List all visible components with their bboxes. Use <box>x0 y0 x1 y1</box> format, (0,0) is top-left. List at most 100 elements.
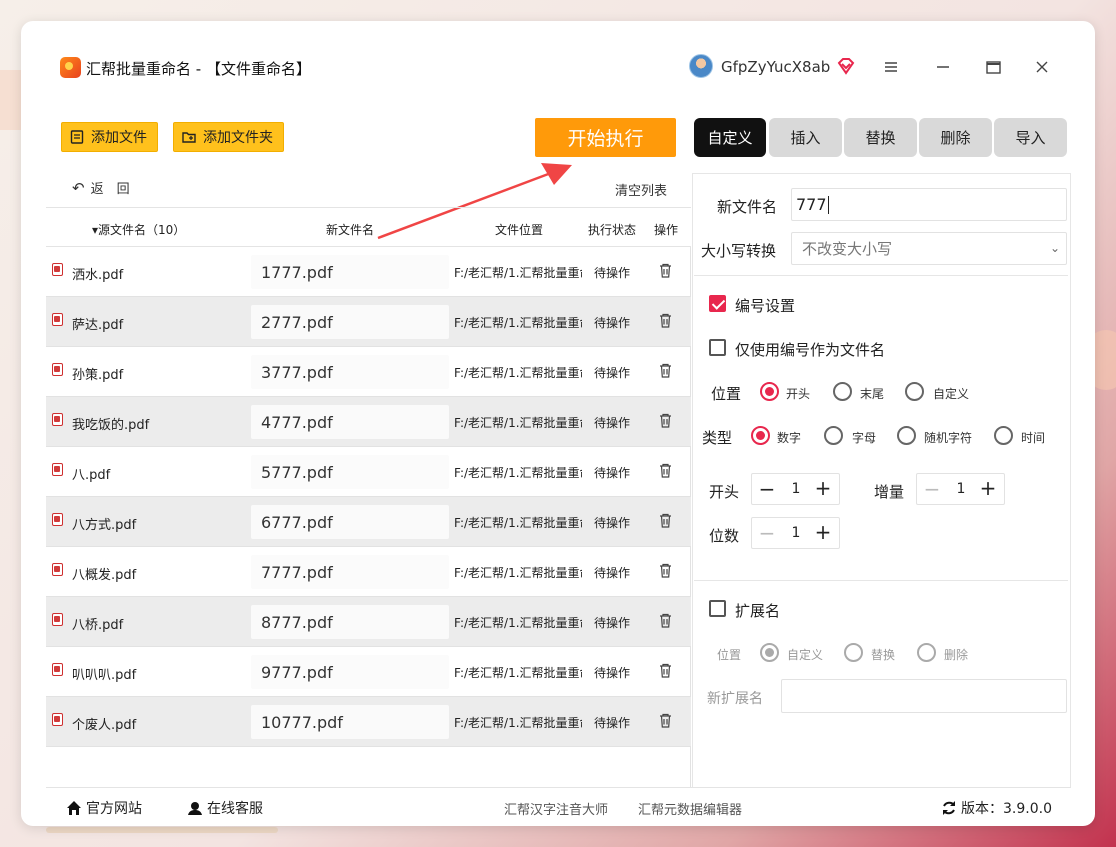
type-time-radio[interactable] <box>994 426 1013 445</box>
new-file-name-field[interactable]: 1777.pdf <box>251 255 449 289</box>
footer: 官方网站 在线客服 汇帮汉字注音大师 汇帮元数据编辑器 版本：3.9.0.0 <box>46 787 1071 823</box>
decrement-button[interactable]: − <box>923 479 941 499</box>
ext-replace-radio[interactable] <box>844 643 863 662</box>
step-stepper[interactable]: − 1 + <box>916 473 1005 505</box>
start-stepper[interactable]: − 1 + <box>751 473 840 505</box>
tab-insert[interactable]: 插入 <box>769 118 842 157</box>
case-label: 大小写转换 <box>701 242 777 260</box>
position-end-radio[interactable] <box>833 382 852 401</box>
new-file-name-field[interactable]: 7777.pdf <box>251 555 449 589</box>
ext-replace-label: 替换 <box>871 648 896 662</box>
clear-list-button[interactable]: 清空列表 <box>615 180 667 199</box>
app-logo-icon <box>60 57 81 78</box>
website-link[interactable]: 官方网站 <box>66 798 142 818</box>
minimize-icon[interactable] <box>930 54 956 80</box>
ext-custom-radio[interactable] <box>760 643 779 662</box>
type-letter-radio[interactable] <box>824 426 843 445</box>
delete-icon[interactable] <box>659 563 672 578</box>
delete-icon[interactable] <box>659 463 672 478</box>
username[interactable]: GfpZyYucX8ab <box>721 58 830 76</box>
new-file-name-field[interactable]: 9777.pdf <box>251 655 449 689</box>
digits-stepper[interactable]: − 1 + <box>751 517 840 549</box>
increment-button[interactable]: + <box>814 478 832 498</box>
delete-icon[interactable] <box>659 513 672 528</box>
add-file-button[interactable]: 添加文件 <box>61 122 158 152</box>
delete-icon[interactable] <box>659 263 672 278</box>
new-file-name-field[interactable]: 6777.pdf <box>251 505 449 539</box>
folder-add-icon <box>182 132 196 143</box>
case-select[interactable]: 不改变大小写 ⌄ <box>791 232 1067 265</box>
ext-delete-radio[interactable] <box>917 643 936 662</box>
type-time-label: 时间 <box>1021 431 1046 445</box>
table-row[interactable]: 我吃饭的.pdf 4777.pdf F:/老汇帮/1.汇帮批量重命名待操作 <box>46 397 691 447</box>
support-link[interactable]: 在线客服 <box>187 798 263 818</box>
app-window: 汇帮批量重命名 - 【文件重命名】 GfpZyYucX8ab 添加文件 添加文件… <box>21 21 1095 826</box>
maximize-icon[interactable] <box>980 54 1006 80</box>
user-avatar[interactable] <box>689 54 713 78</box>
table-row[interactable]: 八概发.pdf 7777.pdf F:/老汇帮/1.汇帮批量重命名待操作 <box>46 547 691 597</box>
delete-icon[interactable] <box>659 313 672 328</box>
new-name-label: 新文件名 <box>717 198 778 216</box>
new-file-name-field[interactable]: 2777.pdf <box>251 305 449 339</box>
type-number-radio[interactable] <box>751 426 770 445</box>
new-ext-input[interactable] <box>781 679 1067 713</box>
back-button[interactable]: ↶ 返 回 <box>72 178 130 198</box>
type-random-radio[interactable] <box>897 426 916 445</box>
status-text: 待操作 <box>594 366 631 380</box>
close-icon[interactable] <box>1029 54 1055 80</box>
new-file-name-field[interactable]: 4777.pdf <box>251 405 449 439</box>
digits-value: 1 <box>791 525 801 541</box>
tab-custom[interactable]: 自定义 <box>694 118 766 157</box>
header-location: 文件位置 <box>495 223 544 237</box>
new-file-name-field[interactable]: 3777.pdf <box>251 355 449 389</box>
status-text: 待操作 <box>594 566 631 580</box>
start-value: 1 <box>791 481 801 497</box>
version-info[interactable]: 版本：3.9.0.0 <box>941 798 1052 818</box>
new-name-input[interactable]: 777 <box>791 188 1067 221</box>
metadata-app-link[interactable]: 汇帮元数据编辑器 <box>638 799 742 818</box>
delete-icon[interactable] <box>659 713 672 728</box>
decrement-button[interactable]: − <box>758 479 776 499</box>
numbering-checkbox[interactable] <box>709 295 726 312</box>
table-row[interactable]: 孙策.pdf 3777.pdf F:/老汇帮/1.汇帮批量重命名待操作 <box>46 347 691 397</box>
delete-icon[interactable] <box>659 613 672 628</box>
table-row[interactable]: 八桥.pdf 8777.pdf F:/老汇帮/1.汇帮批量重命名待操作 <box>46 597 691 647</box>
start-button[interactable]: 开始执行 <box>535 118 676 157</box>
only-number-checkbox[interactable] <box>709 339 726 356</box>
table-row[interactable]: 八.pdf 5777.pdf F:/老汇帮/1.汇帮批量重命名待操作 <box>46 447 691 497</box>
increment-button[interactable]: + <box>814 522 832 542</box>
position-custom-radio[interactable] <box>905 382 924 401</box>
vip-diamond-icon[interactable] <box>836 56 856 76</box>
status-text: 待操作 <box>594 666 631 680</box>
file-location: F:/老汇帮/1.汇帮批量重命名 <box>454 566 582 580</box>
new-file-name-field[interactable]: 5777.pdf <box>251 455 449 489</box>
new-file-name-field[interactable]: 8777.pdf <box>251 605 449 639</box>
tab-replace[interactable]: 替换 <box>844 118 917 157</box>
table-row[interactable]: 洒水.pdf 1777.pdf F:/老汇帮/1.汇帮批量重命名待操作 <box>46 247 691 297</box>
delete-icon[interactable] <box>659 363 672 378</box>
table-row[interactable]: 叭叭叭.pdf 9777.pdf F:/老汇帮/1.汇帮批量重命名待操作 <box>46 647 691 697</box>
delete-icon[interactable] <box>659 663 672 678</box>
source-file-name: 叭叭叭.pdf <box>72 668 137 683</box>
decrement-button[interactable]: − <box>758 523 776 543</box>
position-start-radio[interactable] <box>760 382 779 401</box>
ext-position-label: 位置 <box>717 648 742 662</box>
menu-icon[interactable] <box>878 54 904 80</box>
file-location: F:/老汇帮/1.汇帮批量重命名 <box>454 266 582 280</box>
new-file-name-field[interactable]: 10777.pdf <box>251 705 449 739</box>
chevron-down-icon: ⌄ <box>1049 241 1060 255</box>
extension-checkbox[interactable] <box>709 600 726 617</box>
pdf-file-icon <box>52 713 63 726</box>
header-operation: 操作 <box>654 223 679 237</box>
table-row[interactable]: 八方式.pdf 6777.pdf F:/老汇帮/1.汇帮批量重命名待操作 <box>46 497 691 547</box>
tab-import[interactable]: 导入 <box>994 118 1067 157</box>
header-new-name: 新文件名 <box>326 223 375 237</box>
header-source-name[interactable]: ▾源文件名（10） <box>92 221 185 238</box>
increment-button[interactable]: + <box>979 478 997 498</box>
table-row[interactable]: 个废人.pdf 10777.pdf F:/老汇帮/1.汇帮批量重命名待操作 <box>46 697 691 747</box>
tab-delete[interactable]: 删除 <box>919 118 992 157</box>
table-row[interactable]: 萨达.pdf 2777.pdf F:/老汇帮/1.汇帮批量重命名待操作 <box>46 297 691 347</box>
pinyin-app-link[interactable]: 汇帮汉字注音大师 <box>504 799 608 818</box>
add-folder-button[interactable]: 添加文件夹 <box>173 122 284 152</box>
delete-icon[interactable] <box>659 413 672 428</box>
